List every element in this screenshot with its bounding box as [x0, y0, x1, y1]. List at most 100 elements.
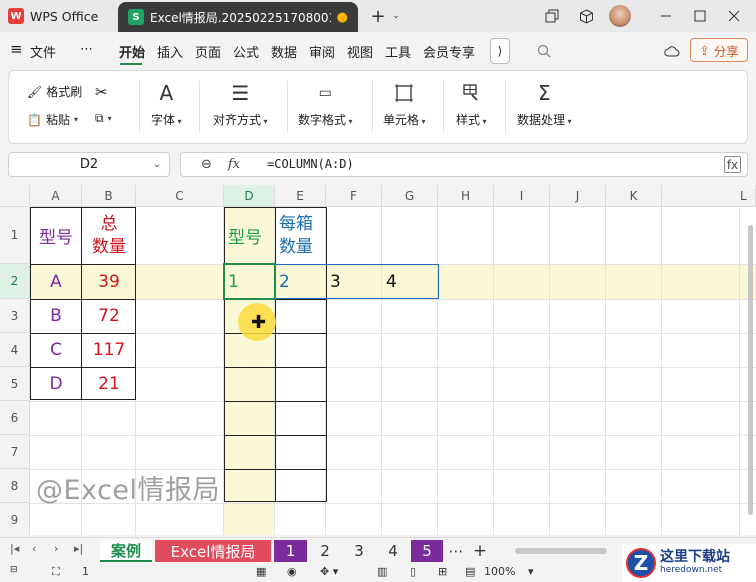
macro-record-icon[interactable]: ⊟: [10, 565, 18, 575]
tab-insert[interactable]: 插入: [157, 42, 183, 61]
column-header-c[interactable]: C: [136, 185, 224, 207]
sheet-tab-4[interactable]: 4: [377, 540, 409, 562]
cell-a1[interactable]: 型号: [30, 207, 82, 264]
row-header-9[interactable]: 9: [0, 503, 30, 535]
cell-e2[interactable]: 2: [275, 264, 326, 299]
horizontal-scrollbar[interactable]: [515, 548, 607, 554]
previous-sheet-icon[interactable]: ‹: [32, 542, 36, 555]
page-break-icon[interactable]: ⊞: [438, 565, 447, 578]
avatar[interactable]: [609, 5, 631, 27]
sheet-tab-case[interactable]: 案例: [100, 540, 152, 562]
vertical-scrollbar[interactable]: [748, 215, 753, 515]
row-header-6[interactable]: 6: [0, 401, 30, 435]
select-all-corner[interactable]: [0, 185, 30, 207]
alignment-button[interactable]: ☰ 对齐方式 ▾: [213, 81, 268, 128]
paste-button[interactable]: 📋 粘贴 ▾: [27, 111, 78, 128]
cell-a4[interactable]: C: [30, 333, 82, 367]
zoom-level[interactable]: 100%: [484, 565, 515, 578]
row-header-1[interactable]: 1: [0, 207, 30, 264]
row-header-7[interactable]: 7: [0, 435, 30, 469]
chevron-down-icon[interactable]: ▾: [528, 565, 534, 578]
number-format-button[interactable]: ▭ 数字格式 ▾: [298, 81, 353, 128]
search-icon[interactable]: [534, 41, 554, 61]
name-box[interactable]: D2 ⌄: [8, 152, 170, 177]
column-header-g[interactable]: G: [382, 185, 438, 207]
page-icon[interactable]: ⛶: [52, 565, 60, 579]
cell-d1[interactable]: 型号: [224, 207, 275, 264]
new-tab-button[interactable]: +: [368, 6, 388, 27]
format-painter-button[interactable]: 🖌 格式刷: [27, 83, 82, 100]
column-header-i[interactable]: I: [494, 185, 550, 207]
cell-b3[interactable]: 72: [82, 299, 136, 333]
next-sheet-icon[interactable]: ›: [54, 542, 58, 555]
more-sheets-icon[interactable]: ⋯: [446, 540, 466, 562]
style-button[interactable]: 样式 ▾: [456, 81, 487, 128]
insert-function-icon[interactable]: fx: [724, 156, 741, 173]
zoom-formula-icon[interactable]: ⊖: [201, 157, 212, 172]
focus-mode-icon[interactable]: ✥ ▾: [320, 565, 338, 578]
column-header-e[interactable]: E: [275, 185, 326, 207]
chevron-down-icon[interactable]: ⌄: [386, 6, 406, 26]
sheet-tab-excel-bureau[interactable]: Excel情报局: [155, 540, 271, 562]
cell-e1[interactable]: 每箱 数量: [275, 207, 326, 264]
document-tab[interactable]: S Excel情报局.2025022517080013 ●: [118, 2, 358, 32]
home-tab[interactable]: W WPS Office: [8, 4, 108, 28]
row-header-4[interactable]: 4: [0, 333, 30, 367]
table-mode-icon[interactable]: ▦: [256, 565, 266, 578]
column-header-d[interactable]: D: [224, 185, 275, 207]
cell-g2[interactable]: 4: [382, 264, 438, 299]
cell-b2[interactable]: 39: [82, 264, 136, 299]
share-button[interactable]: ⇪ 分享: [690, 38, 748, 62]
column-header-a[interactable]: A: [30, 185, 82, 207]
hamburger-icon[interactable]: ≡: [10, 40, 23, 58]
first-sheet-icon[interactable]: |◂: [10, 542, 19, 555]
column-header-l[interactable]: L: [662, 185, 756, 207]
column-header-h[interactable]: H: [438, 185, 494, 207]
cell-b1[interactable]: 总 数量: [82, 207, 136, 264]
cell-a2[interactable]: A: [30, 264, 82, 299]
column-header-j[interactable]: J: [550, 185, 606, 207]
cell-a5[interactable]: D: [30, 367, 82, 401]
tab-member[interactable]: 会员专享: [423, 42, 475, 61]
sheet-tab-3[interactable]: 3: [343, 540, 375, 562]
reading-view-icon[interactable]: ▤: [465, 565, 475, 578]
tab-formula[interactable]: 公式: [233, 42, 259, 61]
fx-icon[interactable]: fx: [228, 157, 240, 172]
font-button[interactable]: A 字体 ▾: [151, 81, 182, 128]
row-header-8[interactable]: 8: [0, 469, 30, 503]
spreadsheet-grid[interactable]: A B C D E F G H I J K L 1 2 3 4 5 6 7 8 …: [0, 185, 756, 535]
row-header-2[interactable]: 2: [0, 264, 30, 299]
formula-input[interactable]: =COLUMN(A:D): [267, 157, 354, 171]
scrollbar-thumb[interactable]: [748, 225, 753, 515]
cell-a3[interactable]: B: [30, 299, 82, 333]
cell-f2[interactable]: 3: [326, 264, 382, 299]
minimize-icon[interactable]: [656, 6, 676, 26]
row-header-5[interactable]: 5: [0, 367, 30, 401]
sheet-tab-1[interactable]: 1: [274, 540, 307, 562]
restore-window-icon[interactable]: [542, 6, 562, 26]
sheet-tab-5[interactable]: 5: [411, 540, 443, 562]
tab-data[interactable]: 数据: [271, 42, 297, 61]
column-header-f[interactable]: F: [326, 185, 382, 207]
data-processing-button[interactable]: Σ 数据处理 ▾: [517, 81, 572, 128]
tab-tools[interactable]: 工具: [385, 42, 411, 61]
close-icon[interactable]: [724, 6, 744, 26]
ribbon-overflow-button[interactable]: ⟩: [490, 38, 510, 64]
column-header-k[interactable]: K: [606, 185, 662, 207]
tab-review[interactable]: 审阅: [309, 42, 335, 61]
cut-icon[interactable]: ✂: [95, 83, 108, 101]
column-header-b[interactable]: B: [82, 185, 136, 207]
tab-view[interactable]: 视图: [347, 42, 373, 61]
cell-b5[interactable]: 21: [82, 367, 136, 401]
add-sheet-button[interactable]: +: [470, 540, 490, 562]
formula-bar[interactable]: ⊖ fx =COLUMN(A:D) fx: [180, 152, 748, 177]
menu-more-icon[interactable]: ⋯: [80, 42, 93, 57]
tab-home[interactable]: 开始: [119, 42, 145, 61]
copy-button[interactable]: ⧉ ▾: [95, 111, 112, 126]
cell-b4[interactable]: 117: [82, 333, 136, 367]
last-sheet-icon[interactable]: ▸|: [74, 542, 83, 555]
maximize-icon[interactable]: [690, 6, 710, 26]
tab-page[interactable]: 页面: [195, 42, 221, 61]
page-layout-icon[interactable]: ▯: [410, 565, 416, 578]
normal-view-icon[interactable]: ▥: [377, 565, 387, 578]
